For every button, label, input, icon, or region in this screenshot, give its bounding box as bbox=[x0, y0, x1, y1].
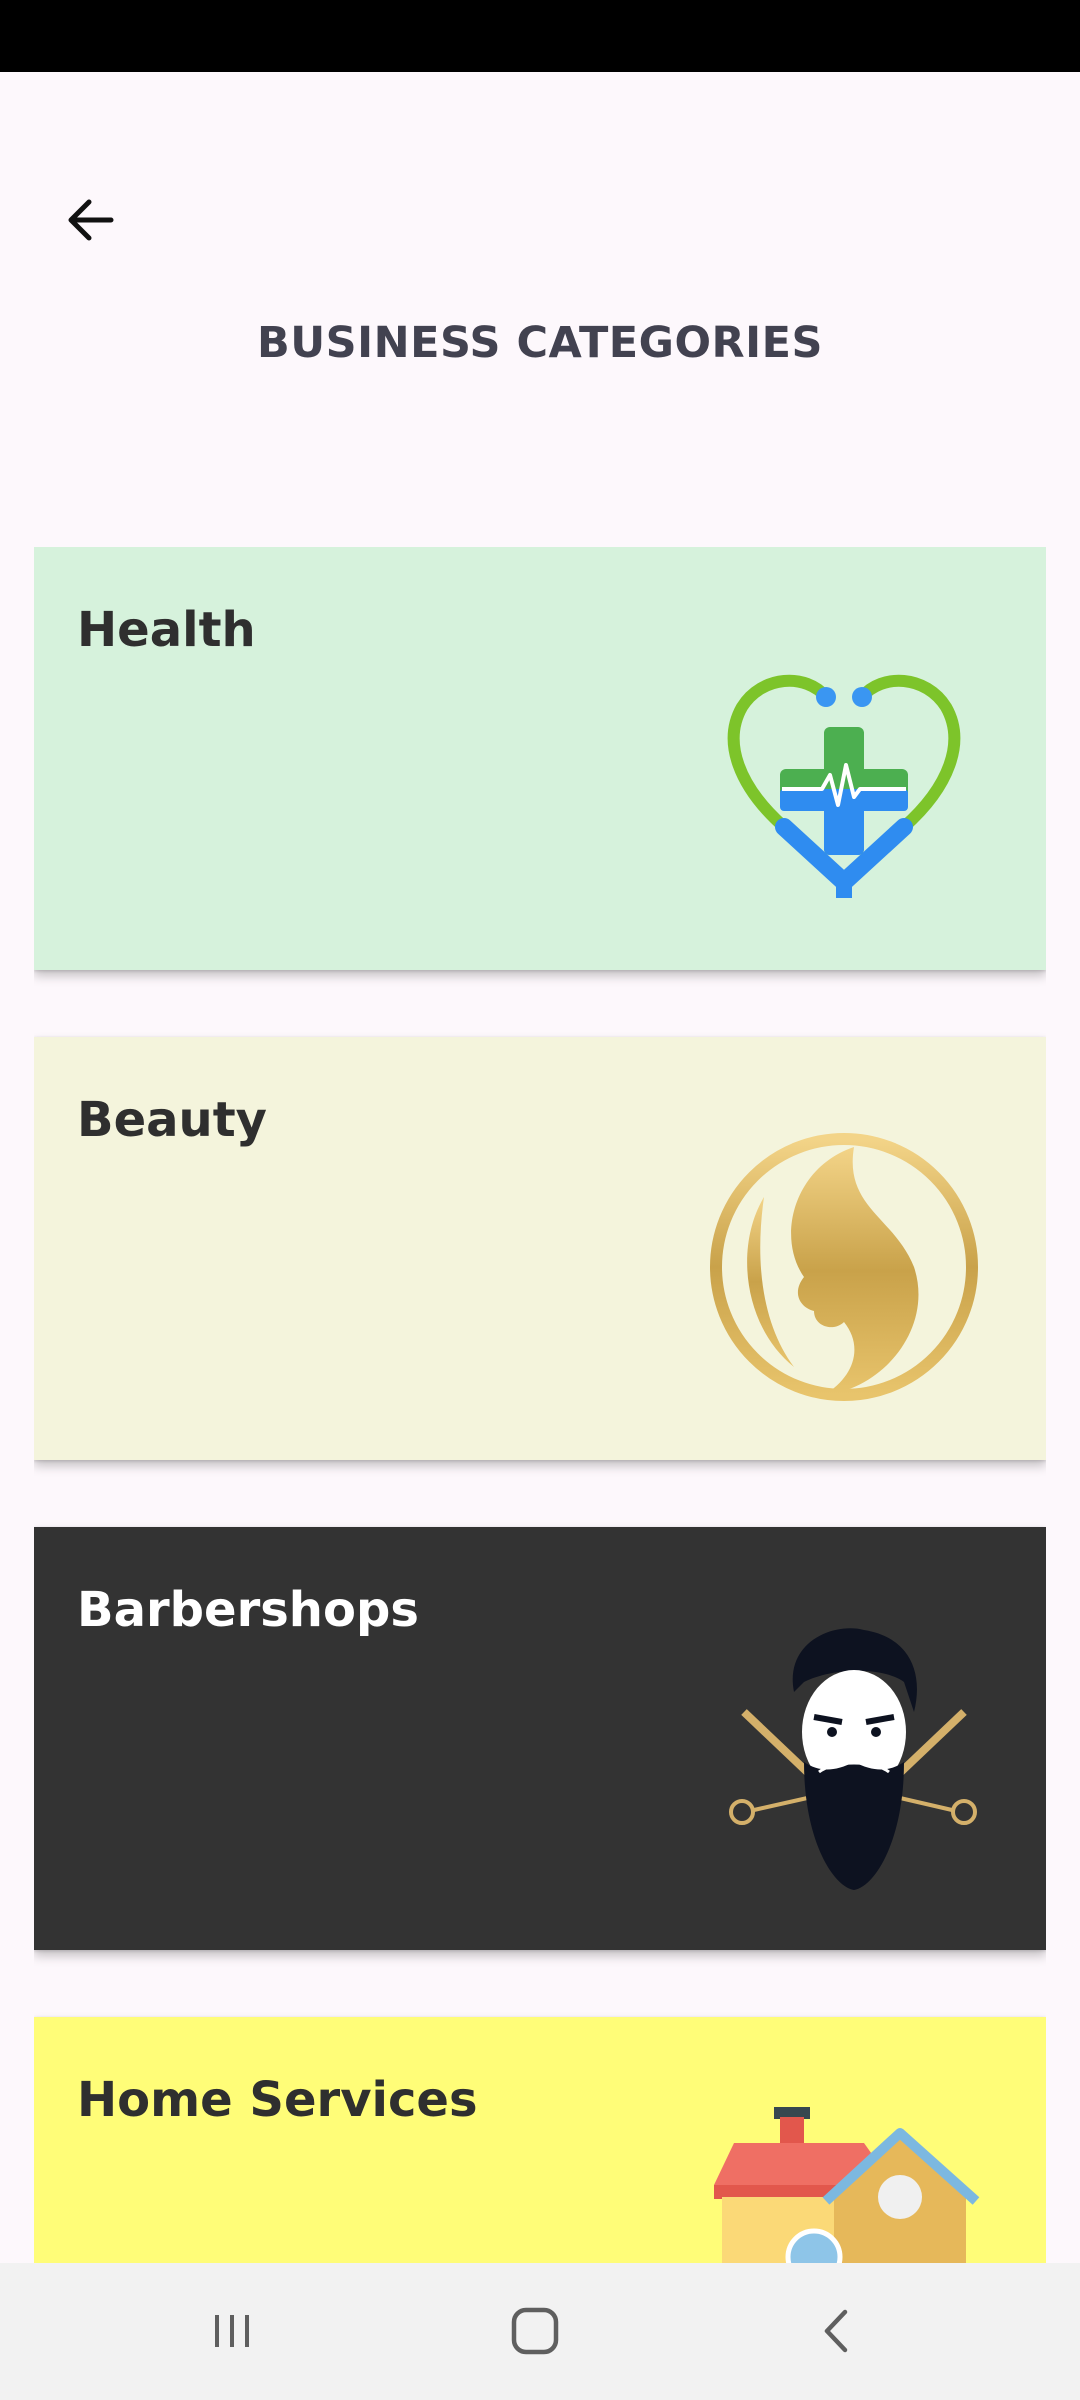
page-title: BUSINESS CATEGORIES bbox=[256, 318, 823, 368]
woman-face-profile-icon bbox=[710, 1133, 978, 1401]
recents-button[interactable] bbox=[182, 2291, 282, 2371]
category-label: Health bbox=[77, 602, 256, 658]
house-icon bbox=[714, 2107, 980, 2263]
category-card-barbershops[interactable]: Barbershops bbox=[34, 1527, 1046, 1950]
back-button[interactable] bbox=[50, 180, 130, 260]
home-button[interactable] bbox=[485, 2291, 585, 2371]
category-card-home-services[interactable]: Home Services bbox=[34, 2017, 1046, 2263]
category-label: Beauty bbox=[77, 1092, 267, 1148]
category-label: Barbershops bbox=[77, 1582, 419, 1638]
navigation-bar bbox=[0, 2263, 1080, 2400]
status-bar bbox=[0, 0, 1080, 72]
category-label: Home Services bbox=[77, 2072, 478, 2128]
category-list[interactable]: Health Beauty Barbershops Home Services bbox=[34, 547, 1046, 2263]
back-chevron-icon bbox=[824, 2309, 848, 2353]
category-card-health[interactable]: Health bbox=[34, 547, 1046, 970]
system-back-button[interactable] bbox=[788, 2291, 888, 2371]
recents-icon bbox=[215, 2315, 249, 2347]
bearded-man-scissors-icon bbox=[729, 1628, 977, 1890]
heart-stethoscope-cross-icon bbox=[727, 674, 961, 898]
category-card-beauty[interactable]: Beauty bbox=[34, 1037, 1046, 1460]
arrow-left-icon bbox=[68, 199, 114, 241]
home-icon bbox=[511, 2307, 559, 2355]
